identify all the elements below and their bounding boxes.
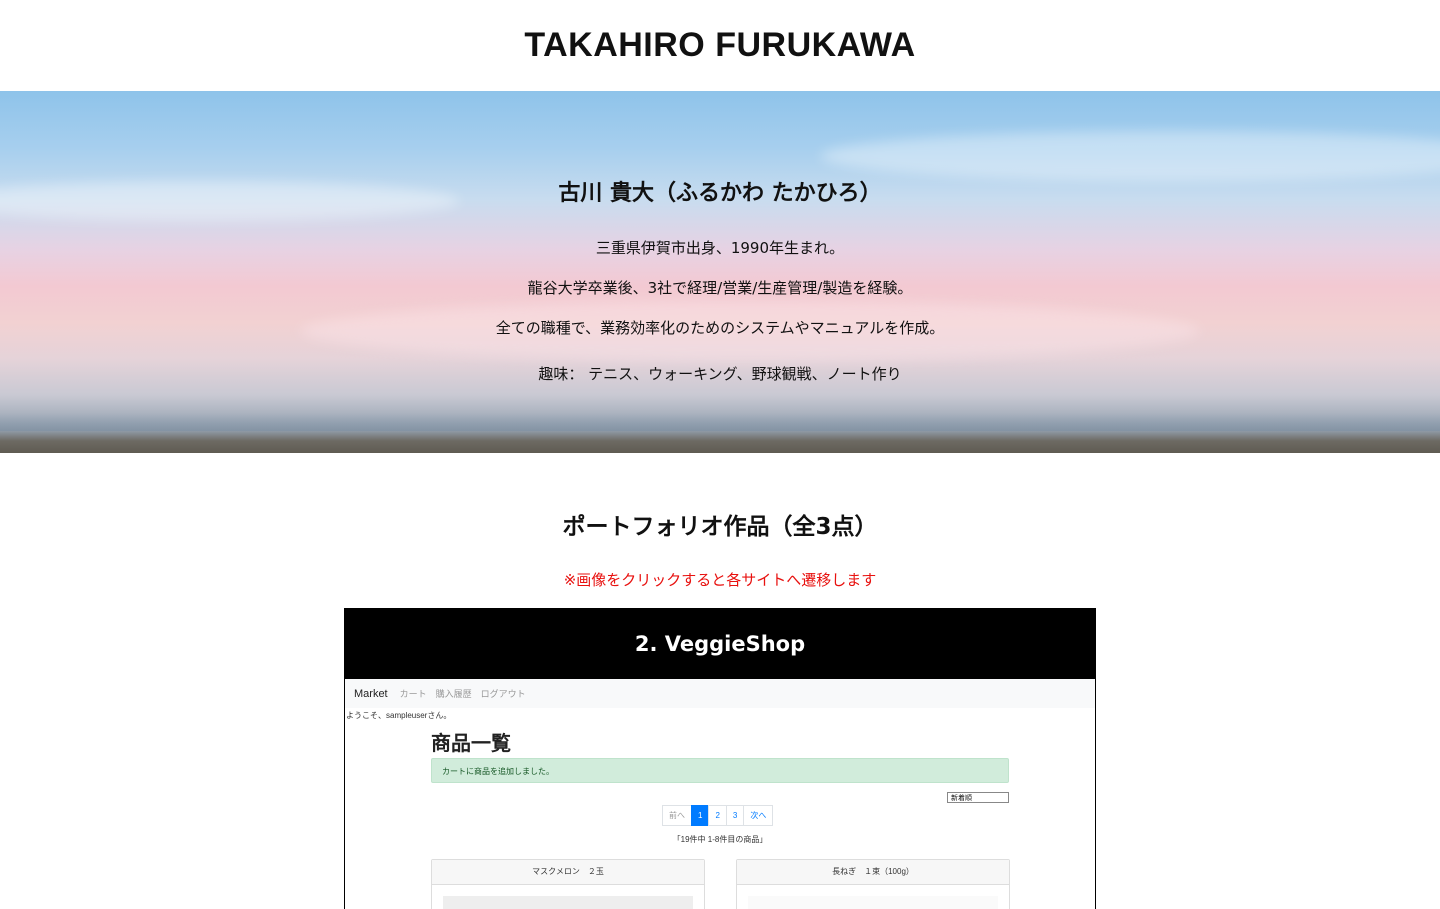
screenshot-pager-item: 前へ [662,805,692,826]
profile-name: 古川 貴大（ふるかわ たかひろ） [558,181,882,206]
profile-line: 三重県伊賀市出身、1990年生まれ。 [595,239,845,257]
screenshot-pager-item: 次へ [743,805,774,826]
site-title: TAKAHIRO FURUKAWA [524,26,916,64]
screenshot-pager: 前へ 1 2 3 次へ [662,805,774,826]
screenshot-pager-item: 3 [725,805,745,826]
screenshot-alert: カートに商品を追加しました。 [431,758,1009,783]
screenshot-pager-item: 2 [708,805,727,826]
profile-line: 龍谷大学卒業後、3社で経理/営業/生産管理/製造を経験。 [527,279,913,297]
screenshot-product-image [748,896,998,909]
screenshot-nav-item: 購入履歴 [435,689,472,699]
work-card-veggieshop[interactable]: 2. VeggieShop Market カート 購入履歴 ログアウト ようこそ… [344,608,1096,909]
screenshot-product-image [443,896,693,909]
work-title: 2. VeggieShop [345,609,1095,679]
work-screenshot-link[interactable]: Market カート 購入履歴 ログアウト ようこそ、sampleuserさん。… [345,679,1095,909]
screenshot-welcome: ようこそ、sampleuserさん。 [346,711,452,720]
profile-content: 古川 貴大（ふるかわ たかひろ） 三重県伊賀市出身、1990年生まれ。 龍谷大学… [0,91,1440,383]
screenshot-product-name: マスクメロン ２玉 [432,860,704,885]
screenshot-brand: Market [354,687,388,700]
profile-hobby: 趣味： テニス、ウォーキング、野球観戦、ノート作り [538,365,902,383]
site-header: TAKAHIRO FURUKAWA [0,0,1440,91]
portfolio-note: ※画像をクリックすると各サイトへ遷移します [563,571,877,589]
screenshot-sort-select: 新着順 [947,792,1009,803]
screenshot-product-card: 長ねぎ １束（100g） [736,859,1010,909]
portfolio-title: ポートフォリオ作品（全3点） [562,514,878,540]
screenshot-product-card: マスクメロン ２玉 [431,859,705,909]
horizon-band [0,431,1440,453]
screenshot-nav-item: ログアウト [480,689,526,699]
profile-line: 全ての職種で、業務効率化のためのシステムやマニュアルを作成。 [495,319,945,337]
screenshot-navbar: Market カート 購入履歴 ログアウト [345,679,1095,708]
portfolio-section: ポートフォリオ作品（全3点） ※画像をクリックすると各サイトへ遷移します 2. … [0,453,1440,909]
screenshot-heading: 商品一覧 [431,733,511,755]
screenshot-nav-item: カート [399,689,427,699]
screenshot-product-name: 長ねぎ １束（100g） [737,860,1009,885]
screenshot-count: 「19件中 1-8件目の商品」 [672,835,768,844]
profile-hero: 古川 貴大（ふるかわ たかひろ） 三重県伊賀市出身、1990年生まれ。 龍谷大学… [0,91,1440,453]
screenshot-pager-item: 1 [691,805,710,826]
